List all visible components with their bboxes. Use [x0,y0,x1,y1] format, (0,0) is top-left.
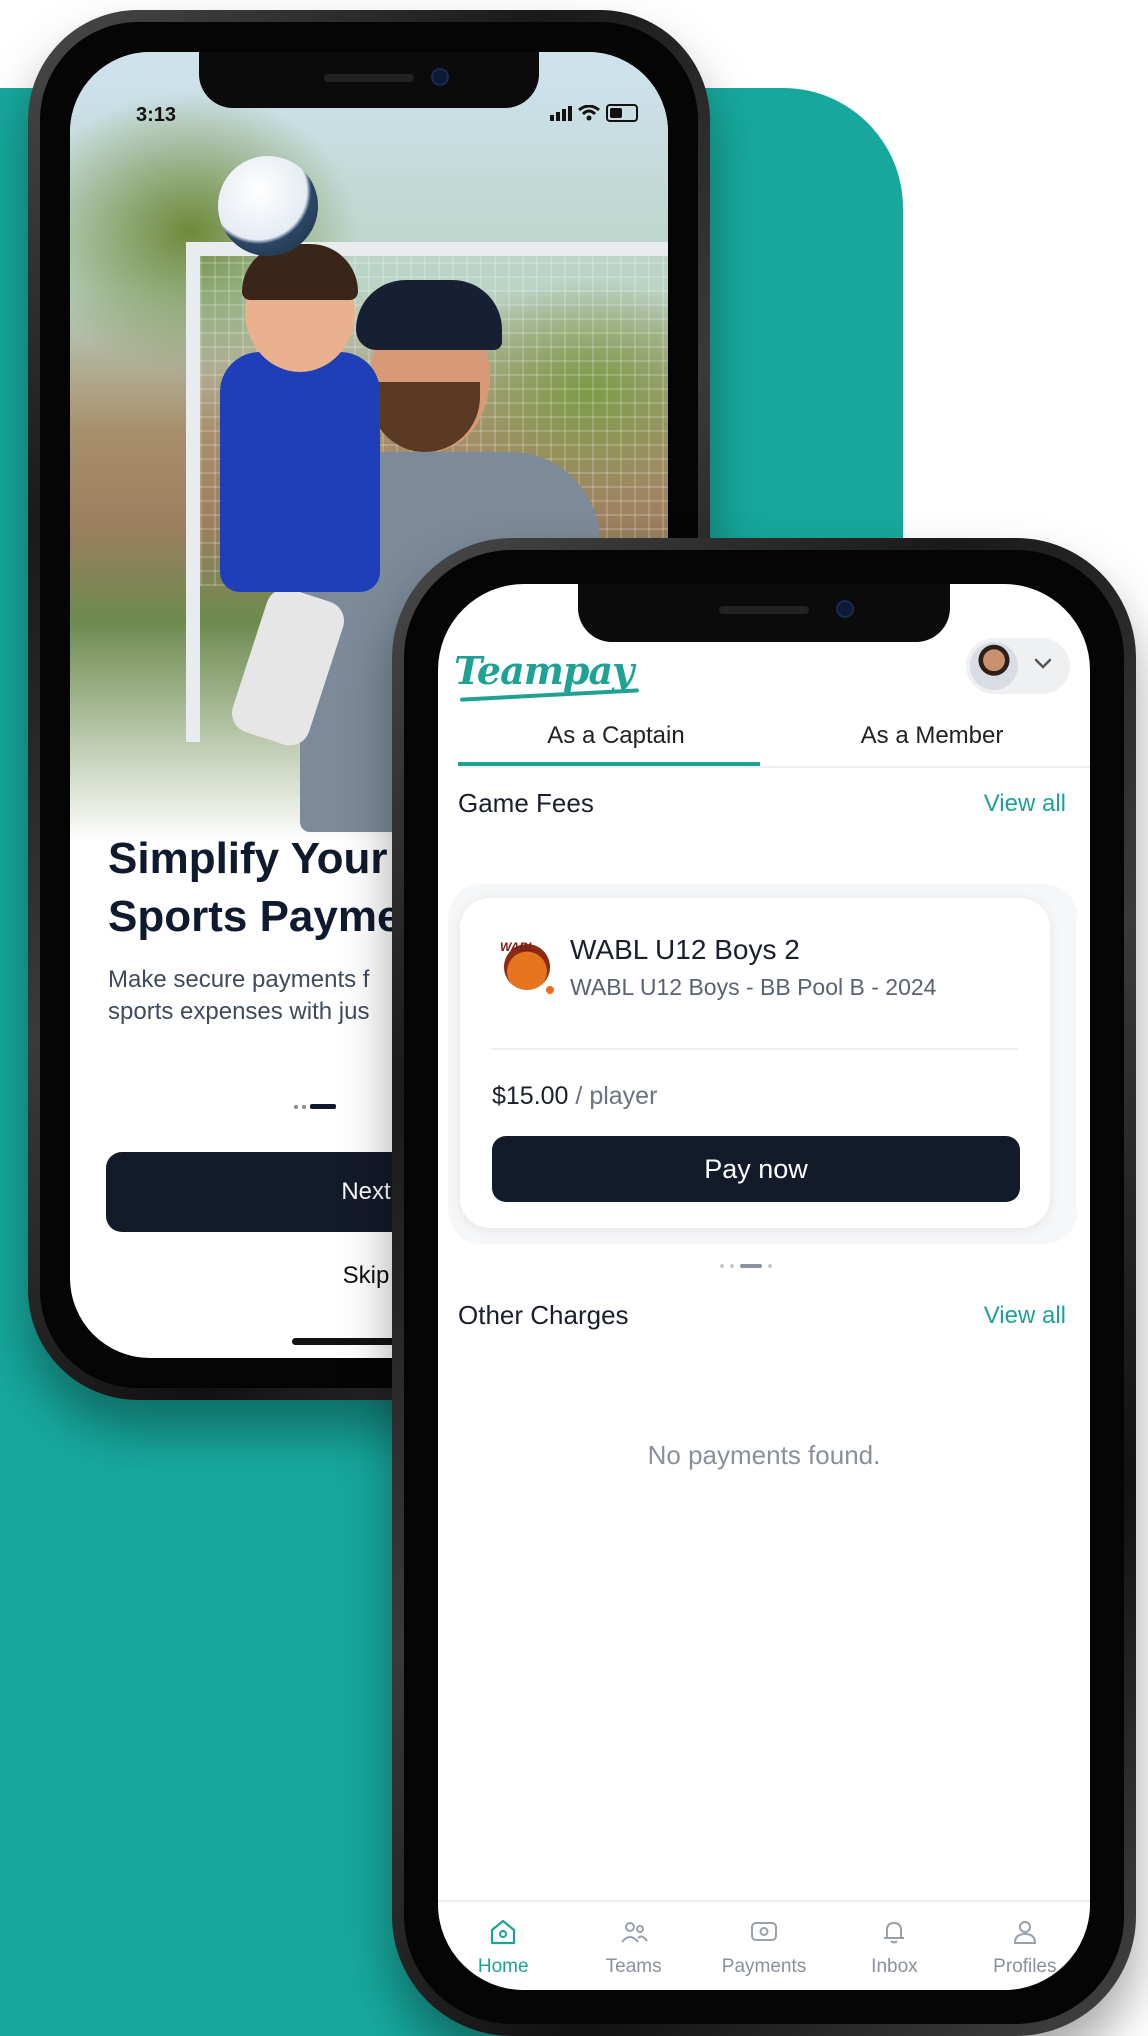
teams-icon [618,1916,650,1948]
tab-member[interactable]: As a Member [774,714,1090,766]
status-dot [546,986,554,994]
team-name: WABL U12 Boys 2 [570,934,800,965]
pay-now-button[interactable]: Pay now [492,1136,1020,1202]
nav-label: Home [477,1956,529,1977]
game-fees-header: Game Fees View all [458,788,1066,819]
team-subtitle: WABL U12 Boys - BB Pool B - 2024 [570,974,937,1000]
carousel-pager [720,1264,772,1268]
chevron-down-icon [1034,657,1052,675]
avatar [970,642,1018,690]
pager-dot [302,1104,306,1109]
phone-notch [578,584,950,642]
desc-line-1: Make secure payments f [108,966,370,993]
price-unit: / player [575,1082,658,1110]
view-all-other-charges-link[interactable]: View all [984,1302,1066,1330]
onboarding-pager [294,1104,336,1109]
nav-profiles[interactable]: Profiles [960,1902,1090,1990]
desc-line-2: sports expenses with jus [108,998,370,1025]
nav-payments[interactable]: Payments [699,1902,829,1990]
profile-switcher[interactable] [966,638,1070,694]
fee-price: $15.00 / player [492,1082,657,1111]
app-screen: Teampay As a Captain As a Member Game Fe… [438,584,1090,1990]
onboarding-title: Simplify Your Sports Payme [108,830,401,946]
other-charges-header: Other Charges View all [458,1300,1066,1331]
pager-dot [730,1264,734,1268]
teampay-logo: Teampay [454,648,634,693]
onboarding-description: Make secure payments f sports expenses w… [108,964,369,1028]
phone-notch [199,52,539,108]
nav-home[interactable]: Home [438,1902,568,1990]
nav-inbox[interactable]: Inbox [829,1902,959,1990]
section-title: Game Fees [458,788,594,818]
view-all-game-fees-link[interactable]: View all [984,790,1066,818]
status-icons [550,104,638,122]
bottom-nav: Home Teams Payments Inbox Profiles [438,1900,1090,1990]
team-logo-text: WABL [500,940,536,954]
pager-dot-active [310,1104,336,1109]
payments-icon [748,1916,780,1948]
title-line-1: Simplify Your [108,834,388,883]
nav-teams[interactable]: Teams [568,1902,698,1990]
bell-icon [878,1916,910,1948]
nav-label: Payments [721,1956,807,1977]
divider [492,1048,1018,1050]
game-fee-card[interactable]: WABL WABL U12 Boys 2 WABL U12 Boys - BB … [460,898,1050,1228]
pager-dot [294,1104,298,1109]
user-icon [1009,1916,1041,1948]
status-time: 3:13 [136,104,177,126]
signal-icon [550,106,572,121]
title-line-2: Sports Payme [108,892,402,941]
pager-dot [720,1264,724,1268]
pager-dot [768,1264,772,1268]
battery-icon [606,104,638,122]
pager-dot-active [740,1264,762,1268]
wifi-icon [578,105,600,121]
soccer-ball [218,156,318,256]
nav-label: Teams [605,1956,662,1977]
app-phone: Teampay As a Captain As a Member Game Fe… [392,538,1136,2036]
home-icon [487,1916,519,1948]
section-title: Other Charges [458,1300,629,1330]
next-card-peek [1076,898,1090,1228]
tab-captain[interactable]: As a Captain [458,714,774,766]
price-amount: $15.00 [492,1082,569,1110]
nav-label: Inbox [871,1956,918,1977]
role-tabs: As a Captain As a Member [458,714,1090,768]
empty-state-text: No payments found. [647,1440,881,1470]
nav-label: Profiles [993,1956,1057,1977]
active-tab-indicator [458,762,760,766]
